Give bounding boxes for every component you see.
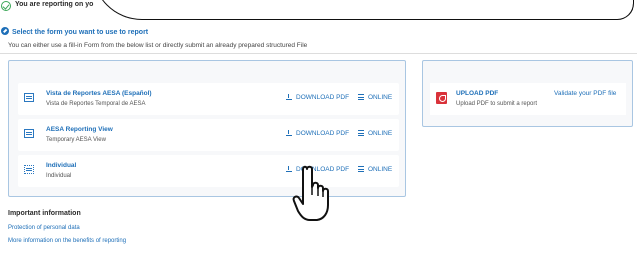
download-icon — [286, 94, 292, 100]
form-name[interactable]: Vista de Reportes AESA (Español) — [46, 90, 152, 97]
grid-icon — [24, 165, 34, 174]
upload-panel: UPLOAD PDF Upload PDF to submit a report… — [422, 60, 633, 127]
important-info-title: Important information — [8, 210, 81, 217]
forms-panel: Vista de Reportes AESA (Español) Vista d… — [8, 60, 406, 197]
table-icon — [24, 129, 34, 138]
select-form-heading: Select the form you want to use to repor… — [1, 27, 148, 36]
callout-overlay — [92, 0, 634, 20]
select-form-subtitle: You can either use a fill-in Form from t… — [8, 42, 308, 49]
list-icon — [358, 166, 364, 172]
form-row-aesa-view: AESA Reporting View Temporary AESA View … — [18, 119, 399, 151]
validate-pdf-link[interactable]: Validate your PDF file — [554, 90, 616, 97]
online-button[interactable]: ONLINE — [358, 130, 392, 137]
list-icon — [358, 94, 364, 100]
upload-description: Upload PDF to submit a report — [456, 101, 538, 107]
form-description: Temporary AESA View — [46, 137, 106, 143]
select-form-title: Select the form you want to use to repor… — [12, 29, 149, 36]
download-pdf-button[interactable]: DOWNLOAD PDF — [286, 94, 349, 101]
hand-pointer-icon — [292, 165, 329, 221]
divider — [0, 53, 637, 54]
table-icon — [24, 93, 34, 102]
list-icon — [358, 130, 364, 136]
pdf-icon — [436, 92, 447, 104]
download-pdf-button[interactable]: DOWNLOAD PDF — [286, 130, 349, 137]
check-circle-icon — [1, 1, 11, 11]
online-button[interactable]: ONLINE — [358, 166, 392, 173]
upload-pdf-link[interactable]: UPLOAD PDF — [456, 90, 498, 97]
form-description: Vista de Reportes Temporal de AESA — [46, 101, 146, 107]
reporting-status-text: You are reporting on yo — [15, 1, 94, 8]
personal-data-link[interactable]: Protection of personal data — [8, 225, 80, 231]
form-row-aesa-es: Vista de Reportes AESA (Español) Vista d… — [18, 83, 399, 115]
form-row-individual: Individual Individual DOWNLOAD PDF ONLIN… — [18, 155, 399, 187]
form-description: Individual — [46, 173, 72, 179]
reporting-benefits-link[interactable]: More information on the benefits of repo… — [8, 238, 126, 244]
form-name[interactable]: Individual — [46, 162, 76, 169]
online-button[interactable]: ONLINE — [358, 94, 392, 101]
pencil-icon — [1, 27, 9, 35]
upload-row: UPLOAD PDF Upload PDF to submit a report… — [430, 83, 626, 115]
download-icon — [286, 130, 292, 136]
form-name[interactable]: AESA Reporting View — [46, 126, 113, 133]
